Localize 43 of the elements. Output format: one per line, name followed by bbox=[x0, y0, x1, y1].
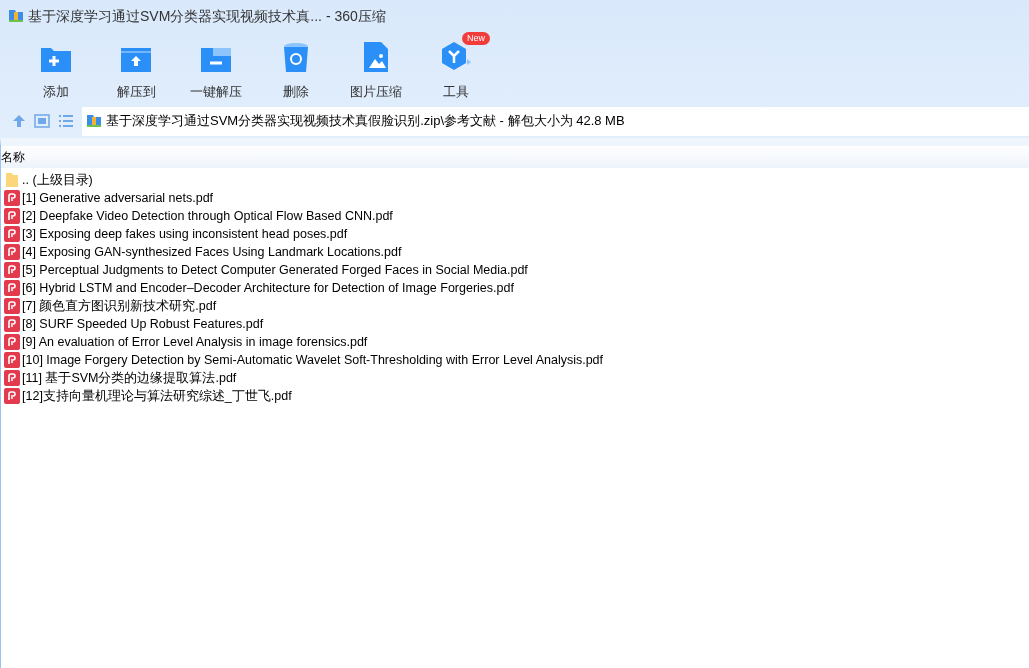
pdf-file-icon bbox=[4, 316, 20, 332]
new-badge: New bbox=[462, 32, 490, 45]
pdf-file-icon bbox=[4, 298, 20, 314]
archive-path: 基于深度学习通过SVM分类器实现视频技术真假脸识别.zip\参考文献 - 解包大小为 42.8 MB bbox=[106, 112, 625, 131]
pdf-file-icon bbox=[4, 352, 20, 368]
file-name[interactable]: [10] Image Forgery Detection by Semi-Automatic Wavelet Soft-Thresholding with Error Level Analysis.pdf bbox=[22, 350, 604, 370]
address-bar[interactable]: 基于深度学习通过SVM分类器实现视频技术真假脸识别.zip\参考文献 - 解包大小为 42.8 MB bbox=[82, 106, 1029, 136]
column-header[interactable]: 名称 bbox=[1, 148, 25, 166]
pdf-file-icon bbox=[4, 370, 20, 386]
file-name[interactable]: [9] An evaluation of Error Level Analysis in image forensics.pdf bbox=[22, 332, 368, 352]
file-name[interactable]: [2] Deepfake Video Detection through Optical Flow Based CNN.pdf bbox=[22, 206, 393, 226]
archive-icon bbox=[86, 113, 102, 129]
pdf-file-icon bbox=[4, 190, 20, 206]
file-name[interactable]: [7] 颜色直方图识别新技术研究.pdf bbox=[22, 296, 217, 316]
pdf-file-icon bbox=[4, 388, 20, 404]
pdf-file-icon bbox=[4, 262, 20, 278]
pdf-file-icon bbox=[4, 244, 20, 260]
list-view-icon[interactable] bbox=[58, 114, 74, 128]
pdf-file-icon bbox=[4, 208, 20, 224]
file-name[interactable]: [4] Exposing GAN-synthesized Faces Using Landmark Locations.pdf bbox=[22, 242, 402, 262]
file-name[interactable]: [3] Exposing deep fakes using inconsistent head poses.pdf bbox=[22, 224, 348, 244]
window-title: 基于深度学习通过SVM分类器实现视频技术真... - 360压缩 bbox=[28, 6, 386, 26]
archive-icon bbox=[8, 8, 24, 24]
file-name[interactable]: [8] SURF Speeded Up Robust Features.pdf bbox=[22, 314, 264, 334]
up-arrow-icon[interactable] bbox=[12, 114, 26, 128]
pdf-file-icon bbox=[4, 226, 20, 242]
toolbar-button[interactable]: 图片压缩 bbox=[336, 38, 416, 102]
thumbnail-view-icon[interactable] bbox=[34, 114, 50, 128]
toolbar-button[interactable]: 一键解压 bbox=[176, 38, 256, 102]
file-name[interactable]: [6] Hybrid LSTM and Encoder–Decoder Architecture for Detection of Image Forgeries.pdf bbox=[22, 278, 514, 298]
folder-icon bbox=[5, 172, 19, 188]
pdf-file-icon bbox=[4, 280, 20, 296]
toolbar-button[interactable]: 解压到 bbox=[96, 38, 176, 102]
toolbar-button[interactable]: 添加 bbox=[16, 38, 96, 102]
file-name[interactable]: [1] Generative adversarial nets.pdf bbox=[22, 188, 214, 208]
pdf-file-icon bbox=[4, 334, 20, 350]
file-name[interactable]: [5] Perceptual Judgments to Detect Computer Generated Forged Faces in Social Media.pdf bbox=[22, 260, 528, 280]
file-name[interactable]: [12]支持向量机理论与算法研究综述_丁世飞.pdf bbox=[22, 386, 292, 406]
image-file-icon bbox=[362, 40, 390, 74]
recycle-bin-icon bbox=[281, 42, 311, 74]
toolbar-button[interactable]: 删除 bbox=[256, 38, 336, 102]
file-name[interactable]: .. (上级目录) bbox=[22, 170, 93, 190]
file-name[interactable]: [11] 基于SVM分类的边缘提取算法.pdf bbox=[22, 368, 237, 388]
